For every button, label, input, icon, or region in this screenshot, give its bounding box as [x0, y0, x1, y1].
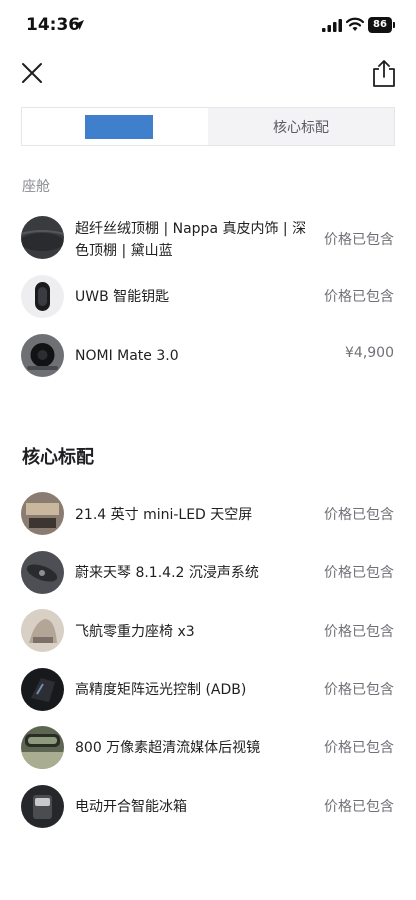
battery-icon: 86 — [368, 17, 395, 33]
item-price: 价格已包含 — [324, 740, 394, 756]
section-heading-core: 核心标配 — [22, 447, 94, 468]
item-price: 价格已包含 — [324, 232, 394, 248]
item-title: 800 万像素超清流媒体后视镜 — [75, 740, 261, 756]
sky-screen-thumbnail — [21, 492, 64, 535]
item-title: 高精度矩阵远光控制 (ADB) — [75, 682, 247, 698]
share-icon[interactable] — [371, 58, 397, 88]
item-title: NOMI Mate 3.0 — [75, 348, 179, 364]
item-price: 价格已包含 — [324, 565, 394, 581]
item-price: 价格已包含 — [324, 799, 394, 815]
zero-gravity-seat-thumbnail — [21, 609, 64, 652]
segment-tabs: 核心标配 — [21, 107, 395, 146]
item-price: 价格已包含 — [324, 507, 394, 523]
battery-level: 86 — [368, 17, 392, 33]
item-price: 价格已包含 — [324, 624, 394, 640]
close-icon[interactable] — [20, 61, 44, 85]
item-title: 21.4 英寸 mini-LED 天空屏 — [75, 507, 253, 523]
status-time: 14:36 — [26, 15, 81, 35]
fridge-thumbnail — [21, 785, 64, 828]
item-price: ¥4,900 — [345, 345, 394, 361]
uwb-key-thumbnail — [21, 275, 64, 318]
sound-system-thumbnail — [21, 551, 64, 594]
location-arrow-icon — [74, 20, 84, 30]
item-title: 超纤丝绒顶棚 | Nappa 真皮内饰 | 深色顶棚 | 黛山蓝 — [75, 221, 307, 259]
item-price: 价格已包含 — [324, 289, 394, 305]
battery-tip — [393, 22, 395, 28]
item-title: 电动开合智能冰箱 — [75, 799, 187, 815]
redaction-block — [85, 115, 153, 139]
adb-headlight-thumbnail — [21, 668, 64, 711]
rearview-mirror-thumbnail — [21, 726, 64, 769]
status-bar: 14:36 86 — [0, 0, 416, 54]
item-title: UWB 智能钥匙 — [75, 289, 170, 305]
item-title: 蔚来天琴 8.1.4.2 沉浸声系统 — [75, 565, 259, 581]
tab-core-standard[interactable]: 核心标配 — [208, 108, 394, 145]
cellular-signal-icon — [322, 19, 342, 32]
item-title: 飞航零重力座椅 x3 — [75, 624, 195, 640]
section-label-cabin: 座舱 — [22, 179, 50, 195]
headliner-thumbnail — [21, 216, 64, 259]
item-price: 价格已包含 — [324, 682, 394, 698]
wifi-icon — [346, 17, 364, 31]
nomi-mate-thumbnail — [21, 334, 64, 377]
tab-core-standard-label: 核心标配 — [273, 119, 329, 136]
